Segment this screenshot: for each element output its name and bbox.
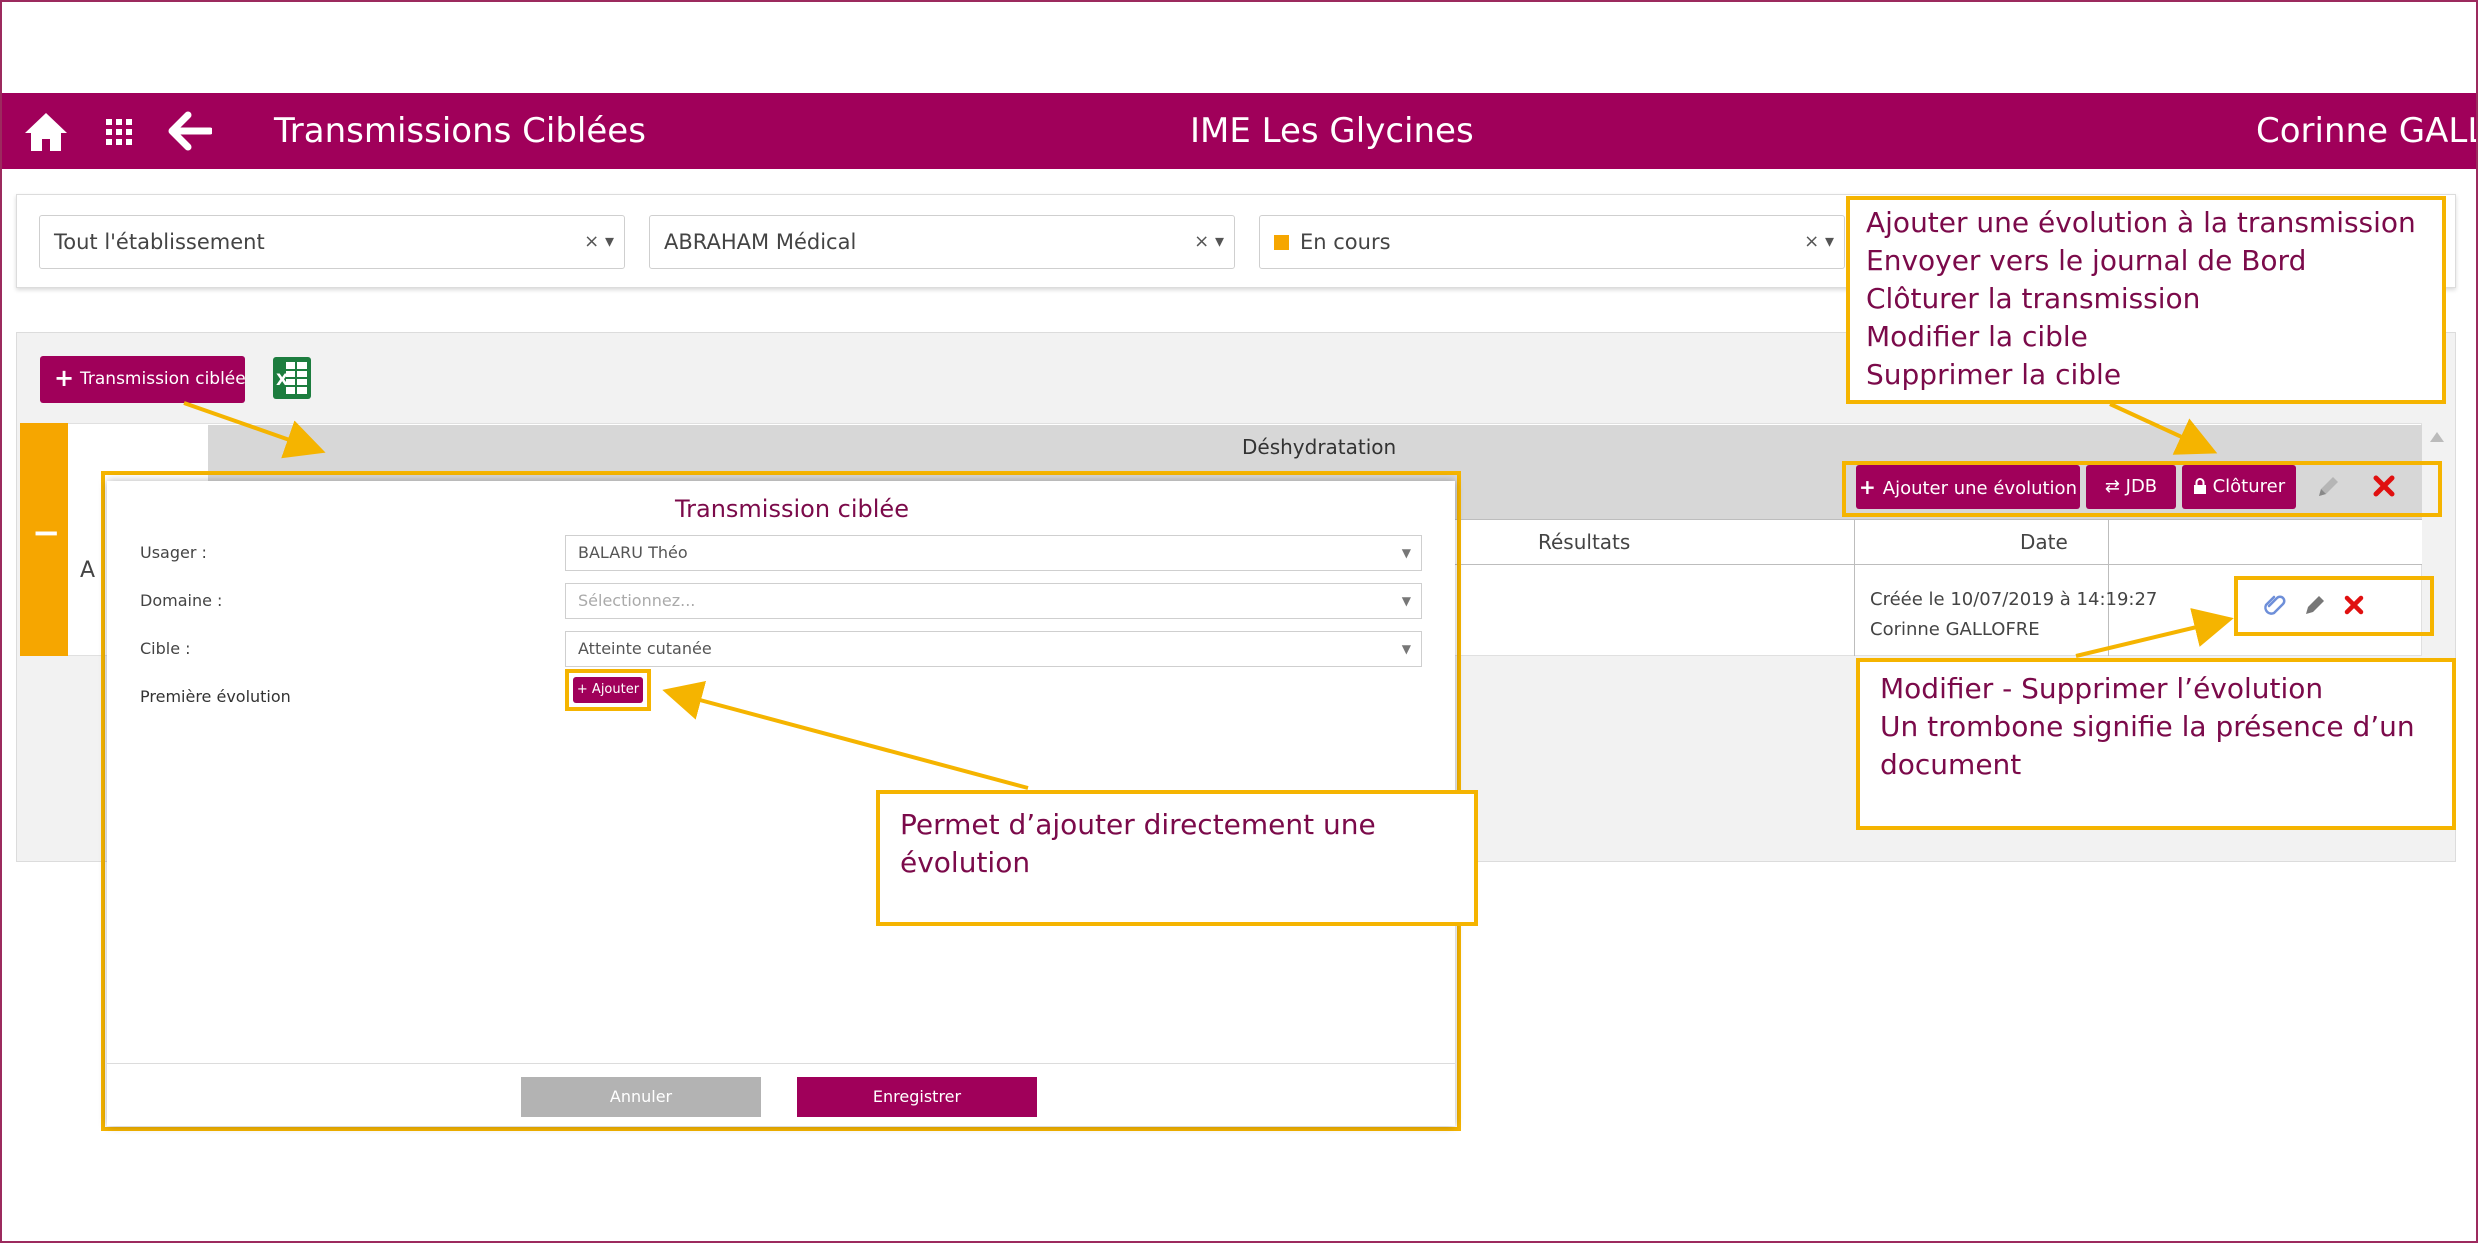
add-direct-callout: Permet d’ajouter directement une évoluti… <box>876 790 1478 926</box>
evolution-date: Créée le 10/07/2019 à 14:19:27 Corinne G… <box>1870 589 2158 640</box>
establishment-name: IME Les Glycines <box>1190 111 1474 151</box>
status-filter[interactable]: En cours × ▾ <box>1259 215 1845 269</box>
delete-target-icon[interactable] <box>2372 474 2396 498</box>
target-title: Déshydratation <box>1242 435 1397 459</box>
app-title: Transmissions Ciblées <box>274 111 646 151</box>
close-transmission-button[interactable]: Clôturer <box>2182 465 2296 509</box>
clear-dropdown-icon[interactable]: × ▾ <box>1194 216 1224 268</box>
domain-filter[interactable]: ABRAHAM Médical × ▾ <box>649 215 1235 269</box>
excel-icon[interactable]: X <box>272 356 312 400</box>
target-actions-callout: Ajouter une évolution à la transmission … <box>1846 196 2446 404</box>
clear-dropdown-icon[interactable]: × ▾ <box>584 216 614 268</box>
plus-icon: + <box>1859 475 1883 499</box>
svg-text:X: X <box>276 370 289 389</box>
date-column-header: Date <box>2020 530 2068 554</box>
column-divider <box>2108 520 2109 566</box>
collapse-toggle[interactable]: − <box>20 423 68 656</box>
add-evolution-button[interactable]: + Ajouter une évolution <box>1856 465 2080 509</box>
lock-icon <box>2193 478 2206 494</box>
status-color-square <box>1274 235 1289 250</box>
jdb-button[interactable]: ⇄ JDB <box>2086 465 2176 509</box>
back-arrow-icon[interactable] <box>168 111 212 151</box>
add-first-evolution-button[interactable]: + Ajouter <box>573 677 643 703</box>
home-icon[interactable] <box>22 107 70 155</box>
swap-arrows-icon: ⇄ <box>2104 476 2126 497</box>
chevron-down-icon: ▼ <box>1401 594 1411 608</box>
edit-evolution-pencil-icon[interactable] <box>2302 592 2328 618</box>
evolution-actions-callout: Modifier - Supprimer l’évolution Un trom… <box>1856 658 2456 830</box>
cible-label: Cible : <box>140 639 191 658</box>
first-evolution-label: Première évolution <box>140 687 291 706</box>
paperclip-icon[interactable] <box>2262 592 2288 618</box>
scroll-up-arrow[interactable] <box>2430 432 2444 442</box>
usager-select[interactable]: BALARU Théo ▼ <box>565 535 1422 571</box>
add-transmission-button[interactable]: + Transmission ciblée <box>40 356 246 403</box>
apps-grid-icon[interactable] <box>106 119 132 145</box>
column-divider <box>1854 565 1855 656</box>
chevron-down-icon: ▼ <box>1401 642 1411 656</box>
avatar: A <box>80 558 96 583</box>
cible-select[interactable]: Atteinte cutanée ▼ <box>565 631 1422 667</box>
modal-footer-divider <box>107 1063 1455 1064</box>
modal-title: Transmission ciblée <box>675 495 909 523</box>
top-bar: Transmissions Ciblées IME Les Glycines C… <box>2 93 2478 169</box>
domaine-label: Domaine : <box>140 591 223 610</box>
user-name[interactable]: Corinne GALL <box>2256 93 2478 169</box>
edit-target-pencil-icon[interactable] <box>2314 473 2342 501</box>
domaine-select[interactable]: Sélectionnez... ▼ <box>565 583 1422 619</box>
results-column-header: Résultats <box>1538 530 1631 554</box>
chevron-down-icon: ▼ <box>1401 546 1411 560</box>
usager-label: Usager : <box>140 543 207 562</box>
save-button[interactable]: Enregistrer <box>797 1077 1037 1117</box>
establishment-filter[interactable]: Tout l'établissement × ▾ <box>39 215 625 269</box>
column-divider <box>1854 520 1855 566</box>
plus-icon: + <box>54 364 75 392</box>
clear-dropdown-icon[interactable]: × ▾ <box>1804 216 1834 268</box>
delete-evolution-icon[interactable] <box>2344 595 2364 615</box>
cancel-button[interactable]: Annuler <box>521 1077 761 1117</box>
